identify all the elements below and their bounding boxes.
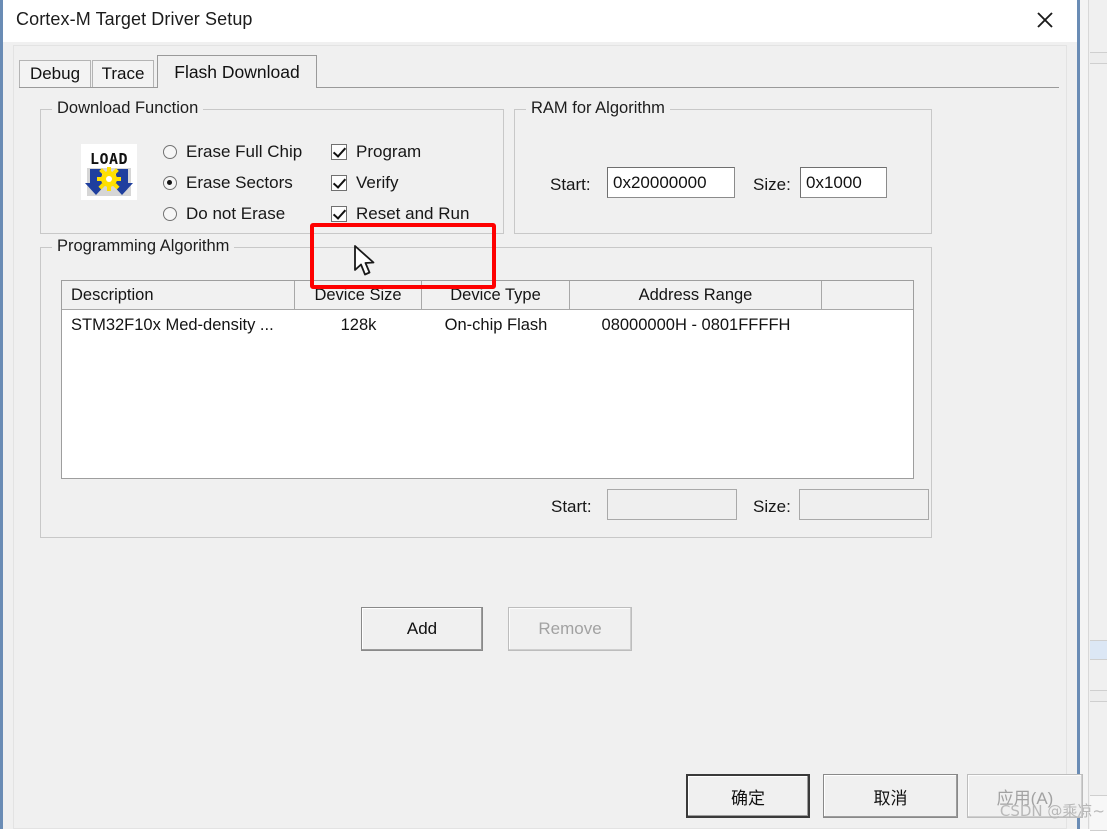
check-mark	[331, 144, 347, 160]
radio-do-not-erase-label: Do not Erase	[186, 204, 286, 223]
ram-start-input[interactable]: 0x20000000	[607, 167, 735, 198]
svg-text:LOAD: LOAD	[90, 150, 128, 168]
tab-bar: Debug Trace Flash Download	[19, 55, 1059, 88]
load-icon: LOAD	[81, 144, 137, 200]
checkbox-verify-label: Verify	[356, 173, 399, 192]
ram-for-algorithm-group: RAM for Algorithm Start: 0x20000000 Size…	[514, 99, 932, 234]
cell-device-size: 128k	[340, 315, 377, 334]
tab-trace-label: Trace	[101, 64, 145, 83]
ram-start-label: Start:	[550, 175, 591, 194]
dialog-client-area: Debug Trace Flash Download Download Func…	[13, 45, 1067, 775]
programming-algorithm-group: Programming Algorithm Description Device…	[40, 237, 932, 538]
tab-debug-label: Debug	[29, 64, 81, 83]
checkbox-program[interactable]: Program	[331, 142, 421, 162]
tab-trace[interactable]: Trace	[92, 60, 154, 87]
programming-algorithm-table[interactable]: Description Device Size Device Type Addr…	[61, 280, 914, 479]
cell-address-range: 08000000H - 0801FFFFH	[601, 315, 791, 334]
ram-size-label: Size:	[753, 175, 791, 194]
cell-device-type: On-chip Flash	[444, 315, 548, 334]
radio-do-not-erase[interactable]: Do not Erase	[163, 204, 285, 224]
radio-mark	[163, 207, 177, 221]
ram-size-input[interactable]: 0x1000	[800, 167, 887, 198]
table-row[interactable]: STM32F10x Med-density ... 128k On-chip F…	[62, 310, 913, 340]
window-title: Cortex-M Target Driver Setup	[16, 9, 253, 29]
background-strip	[1090, 640, 1107, 660]
radio-mark	[163, 145, 177, 159]
programming-algorithm-title: Programming Algorithm	[52, 237, 235, 256]
column-header-description[interactable]: Description	[62, 281, 295, 309]
apply-button[interactable]: 应用(A)	[967, 774, 1083, 818]
radio-mark	[163, 176, 177, 190]
cell-spacer	[822, 310, 913, 340]
tab-flash-download[interactable]: Flash Download	[157, 55, 317, 88]
column-header-spacer[interactable]	[822, 281, 913, 309]
close-icon[interactable]	[1023, 2, 1067, 38]
add-button[interactable]: Add	[361, 607, 483, 651]
radio-erase-full-chip[interactable]: Erase Full Chip	[163, 142, 302, 162]
remove-button[interactable]: Remove	[508, 607, 632, 651]
background-strip	[1090, 52, 1107, 64]
algorithm-size-input[interactable]	[799, 489, 929, 520]
title-bar: Cortex-M Target Driver Setup	[3, 0, 1077, 42]
cell-description: STM32F10x Med-density ...	[71, 315, 274, 334]
ok-button[interactable]: 确定	[686, 774, 810, 818]
algorithm-start-input[interactable]	[607, 489, 737, 520]
column-header-address-range[interactable]: Address Range	[570, 281, 822, 309]
target-driver-setup-dialog: Cortex-M Target Driver Setup Debug Trace…	[0, 0, 1083, 829]
download-function-title: Download Function	[52, 99, 204, 118]
download-function-group: Download Function LOAD Erase Full Chip E…	[40, 99, 504, 234]
algorithm-start-label: Start:	[551, 497, 592, 516]
cancel-button[interactable]: 取消	[823, 774, 958, 818]
algorithm-size-label: Size:	[753, 497, 791, 516]
tab-flash-download-label: Flash Download	[174, 61, 300, 82]
checkbox-reset-and-run-label: Reset and Run	[356, 204, 470, 223]
background-panel	[1088, 0, 1107, 829]
tab-debug[interactable]: Debug	[19, 60, 91, 87]
check-mark	[331, 175, 347, 191]
checkbox-program-label: Program	[356, 142, 422, 161]
checkbox-verify[interactable]: Verify	[331, 173, 399, 193]
radio-erase-sectors[interactable]: Erase Sectors	[163, 173, 293, 193]
background-strip	[1090, 690, 1107, 702]
table-header-row: Description Device Size Device Type Addr…	[62, 281, 913, 310]
radio-erase-sectors-label: Erase Sectors	[186, 173, 293, 192]
radio-erase-full-chip-label: Erase Full Chip	[186, 142, 303, 161]
checkbox-reset-and-run[interactable]: Reset and Run	[331, 204, 469, 224]
column-header-device-size[interactable]: Device Size	[295, 281, 422, 309]
ram-for-algorithm-title: RAM for Algorithm	[526, 99, 670, 118]
column-header-device-type[interactable]: Device Type	[422, 281, 570, 309]
check-mark	[331, 206, 347, 222]
